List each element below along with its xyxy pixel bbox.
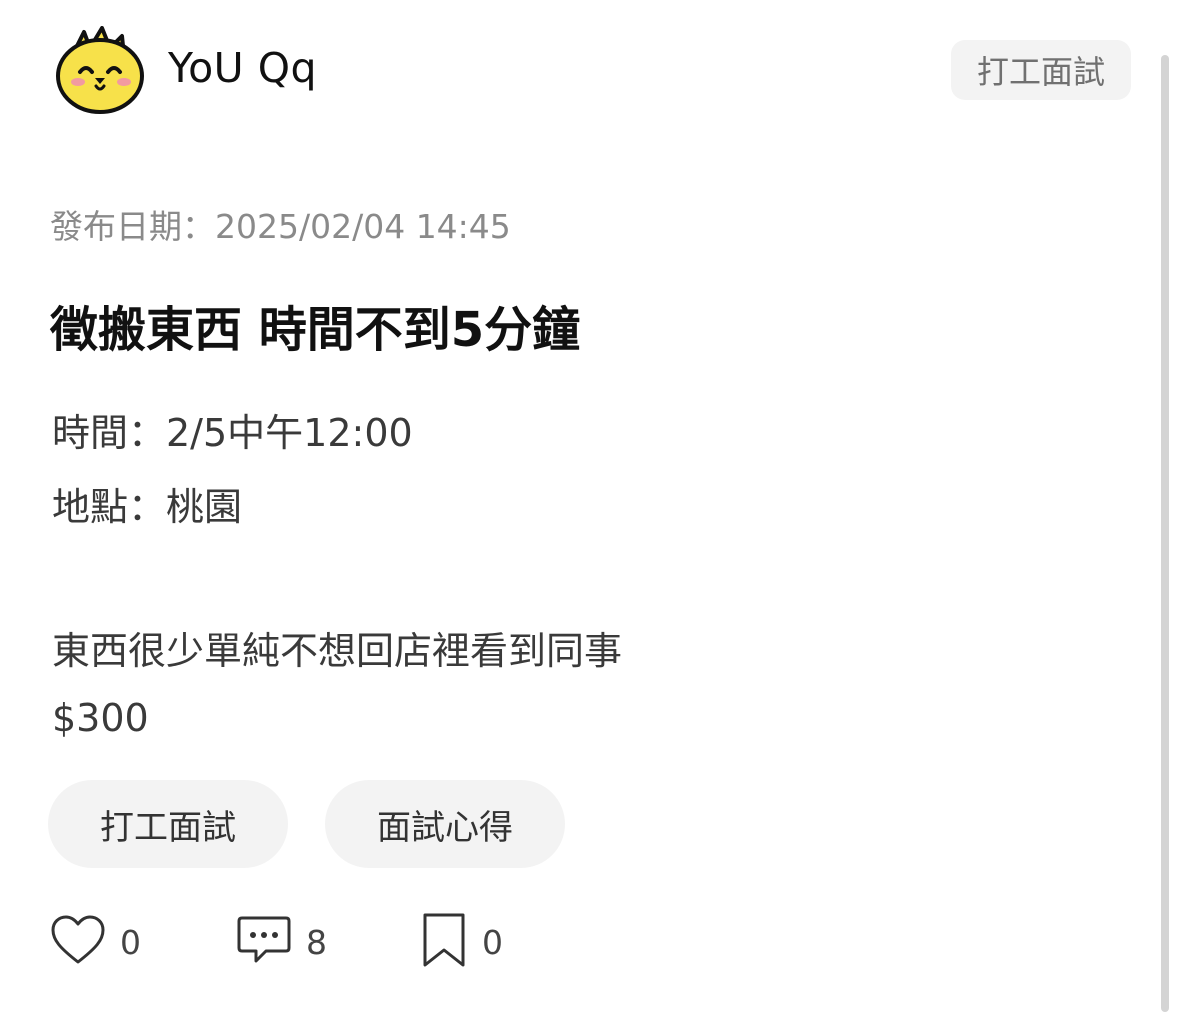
heart-icon <box>50 914 106 970</box>
post-price: $300 <box>52 696 149 740</box>
post-body-line: 時間：2/5中午12:00 <box>52 411 413 455</box>
scrollbar[interactable] <box>1161 55 1169 1012</box>
like-count: 0 <box>120 922 141 962</box>
avatar[interactable] <box>54 26 150 116</box>
bookmark-icon <box>420 912 468 972</box>
comment-count: 8 <box>306 922 327 962</box>
tag-chip[interactable]: 打工面試 <box>48 780 288 868</box>
save-button[interactable]: 0 <box>420 912 503 972</box>
post-title: 徵搬東西 時間不到5分鐘 <box>50 302 581 358</box>
comment-bubble-icon <box>236 914 292 970</box>
author-name[interactable]: YoU Qq <box>168 44 317 92</box>
save-count: 0 <box>482 922 503 962</box>
board-badge[interactable]: 打工面試 <box>951 40 1131 100</box>
post-body-line: 東西很少單純不想回店裡看到同事 <box>52 629 623 673</box>
tag-chip[interactable]: 面試心得 <box>325 780 565 868</box>
post-body-line: 地點：桃園 <box>52 485 243 529</box>
comment-button[interactable]: 8 <box>236 914 327 970</box>
like-button[interactable]: 0 <box>50 914 141 970</box>
post-date: 發布日期：2025/02/04 14:45 <box>50 207 511 246</box>
